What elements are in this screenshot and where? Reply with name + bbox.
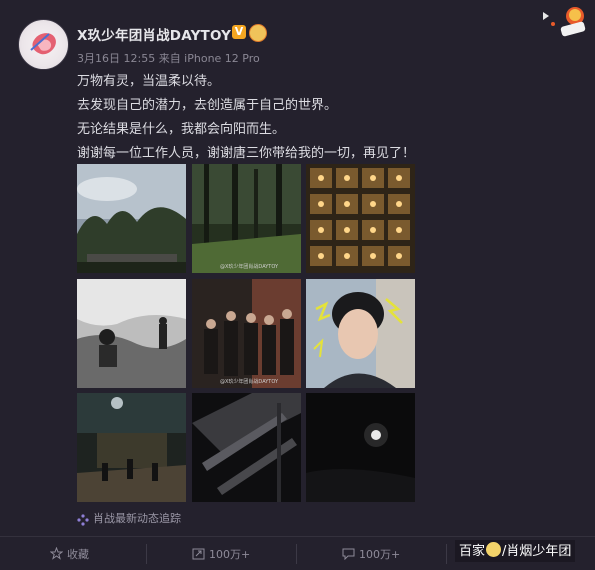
photo-forest-sky[interactable]	[77, 164, 186, 273]
post-text-line: 谢谢每一位工作人员，谢谢唐三你带给我的一切，再见了！	[77, 146, 416, 161]
comment-icon	[342, 547, 355, 563]
member-medal-icon	[249, 24, 267, 42]
photo-watermark: @X玖少年团肖战DAYTOY	[220, 379, 279, 385]
photo-watermark: @X玖少年团肖战DAYTOY	[220, 264, 279, 270]
verified-badge-icon: V	[232, 25, 246, 39]
brand-left: 百家	[459, 544, 486, 559]
comment-count: 100万+	[359, 548, 401, 561]
post-text-line: 万物有灵，当温柔以待。	[77, 74, 221, 89]
divider	[146, 544, 147, 564]
decorative-sticker-icon	[539, 4, 587, 40]
photo-night-moon[interactable]	[306, 393, 415, 502]
post-meta: 3月16日 12:55 来自 iPhone 12 Pro	[77, 52, 260, 65]
photo-group-crew[interactable]: @X玖少年团肖战DAYTOY	[192, 279, 301, 388]
username[interactable]: X玖少年团肖战DAYTOY	[77, 24, 231, 44]
brand-right: /肖烟少年团	[502, 544, 572, 559]
source-link[interactable]: 肖战最新动态追踪	[93, 510, 181, 526]
brand-mascot-icon	[486, 542, 502, 557]
repost-count: 100万+	[209, 548, 251, 561]
comment-button[interactable]: 100万+	[342, 546, 400, 563]
weibo-post: X玖少年团肖战DAYTOY V 3月16日 12:55 来自 iPhone 12…	[0, 0, 595, 569]
star-icon	[49, 546, 64, 563]
photo-candle-shelves[interactable]	[306, 164, 415, 273]
repost-button[interactable]: 100万+	[192, 546, 250, 563]
photo-bw-hillside[interactable]	[77, 279, 186, 388]
favorite-label: 收藏	[67, 548, 89, 561]
favorite-button[interactable]: 收藏	[49, 546, 89, 563]
post-text-line: 去发现自己的潜力，去创造属于自己的世界。	[77, 98, 338, 113]
photo-selfie-portrait[interactable]	[306, 279, 415, 388]
avatar[interactable]	[18, 19, 69, 70]
source-sparkle-icon	[77, 511, 89, 526]
divider	[296, 544, 297, 564]
divider	[446, 544, 447, 564]
repost-icon	[192, 547, 205, 563]
photo-film-set[interactable]	[77, 393, 186, 502]
baijiahao-watermark: 百家/肖烟少年团	[455, 540, 576, 562]
photo-dark-ceiling[interactable]	[192, 393, 301, 502]
post-text-line: 无论结果是什么，我都会向阳而生。	[77, 122, 286, 137]
photo-forest-trees[interactable]: @X玖少年团肖战DAYTOY	[192, 164, 301, 273]
